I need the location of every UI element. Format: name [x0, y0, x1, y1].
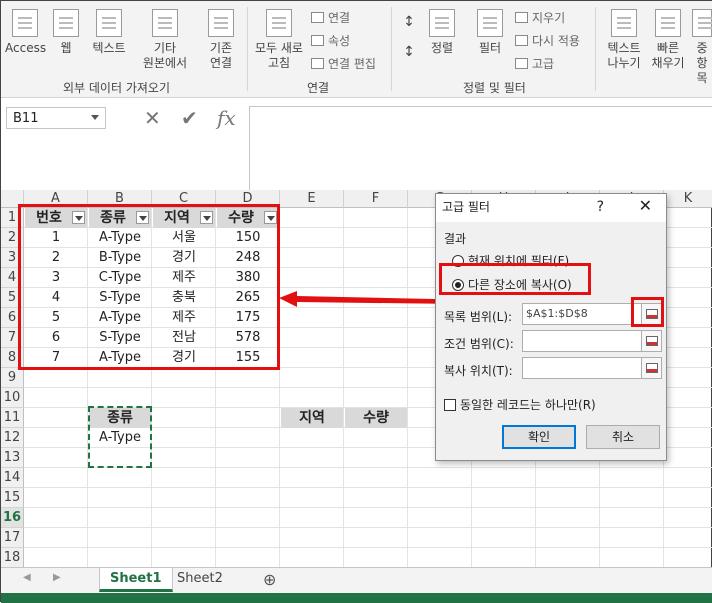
row-header[interactable]: 17	[1, 528, 24, 548]
formula-input[interactable]	[249, 106, 712, 193]
text-to-columns-button[interactable]: 텍스트 나누기	[603, 9, 645, 71]
tab-sheet2[interactable]: Sheet2	[167, 568, 233, 592]
range-picker-icon[interactable]	[641, 358, 661, 378]
sheet-tab-bar: ◀ ▶ Sheet1 Sheet2 ⊕	[1, 567, 712, 593]
cancel-button[interactable]: 취소	[586, 425, 660, 449]
row-header[interactable]: 12	[1, 428, 24, 448]
clear-filter-button[interactable]: 지우기	[515, 9, 565, 26]
flash-fill-icon	[655, 9, 681, 37]
gridline	[407, 208, 408, 568]
enter-icon[interactable]: ✔	[181, 106, 198, 130]
remove-duplicates-button[interactable]: 중 항목	[691, 9, 712, 86]
edit-links-button[interactable]: 연결 편집	[311, 55, 376, 72]
group-label-connections: 연결	[307, 81, 330, 95]
connections-icon	[311, 12, 324, 23]
filter-button[interactable]: 필터	[473, 9, 507, 56]
sort-za-button[interactable]: ↕	[399, 45, 419, 60]
connections-button[interactable]: 연결	[311, 9, 350, 26]
tab-sheet1[interactable]: Sheet1	[99, 568, 173, 592]
properties-button[interactable]: 속성	[311, 32, 350, 49]
row-header[interactable]: 15	[1, 488, 24, 508]
row-header[interactable]: 18	[1, 548, 24, 568]
scroll-right-icon[interactable]: ▶	[53, 572, 61, 583]
help-button[interactable]: ?	[597, 194, 604, 220]
row-header[interactable]: 14	[1, 468, 24, 488]
formula-area: B11 ✕ ✔ fx	[1, 98, 712, 193]
copy-to-input[interactable]	[522, 357, 662, 379]
row-header[interactable]: 11	[1, 408, 24, 428]
range-picker-icon[interactable]	[641, 331, 661, 351]
row-header[interactable]: 13	[1, 448, 24, 468]
access-button[interactable]: Access	[5, 9, 46, 56]
criteria-range-input[interactable]	[522, 330, 662, 352]
dialog-title: 고급 필터	[442, 200, 490, 214]
refresh-icon	[266, 9, 292, 37]
web-button[interactable]: 웹	[51, 9, 81, 56]
gridline	[24, 547, 712, 548]
sort-az-button[interactable]: ↕	[399, 15, 419, 30]
ribbon-divider	[247, 7, 248, 91]
ribbon: Access 웹 텍스트 기타 원본에서 기존 연결 모두 새로 고침 연결 속성 연…	[1, 1, 712, 98]
highlight-range-picker	[631, 297, 664, 327]
output-header-cell[interactable]: 지역	[281, 408, 343, 428]
edit-links-icon	[311, 58, 324, 69]
other-sources-button[interactable]: 기타 원본에서	[139, 9, 191, 71]
ok-button[interactable]: 확인	[502, 425, 576, 449]
reapply-button[interactable]: 다시 적용	[515, 32, 580, 49]
ribbon-divider	[391, 7, 392, 91]
remove-duplicates-icon	[692, 9, 712, 37]
advanced-filter-dialog: 고급 필터 ? ✕ 결과 현재 위치에 필터(F) 다른 장소에 복사(O) 목…	[435, 193, 667, 461]
row-header[interactable]: 10	[1, 388, 24, 408]
name-box[interactable]: B11	[6, 107, 106, 129]
reapply-icon	[515, 35, 528, 46]
text-file-icon	[96, 9, 122, 37]
list-range-label: 목록 범위(L):	[444, 310, 513, 324]
advanced-filter-icon	[515, 58, 528, 69]
fx-icon[interactable]: fx	[217, 106, 236, 130]
gridline	[343, 208, 344, 568]
access-icon	[12, 9, 38, 37]
chevron-down-icon[interactable]	[91, 115, 99, 120]
close-button[interactable]: ✕	[639, 193, 652, 219]
flash-fill-button[interactable]: 빠른 채우기	[647, 9, 689, 71]
group-label-sort-filter: 정렬 및 필터	[463, 81, 526, 95]
row-header[interactable]: 9	[1, 368, 24, 388]
existing-connections-button[interactable]: 기존 연결	[201, 9, 241, 71]
clear-filter-icon	[515, 12, 528, 23]
web-icon	[53, 9, 79, 37]
output-header-cell[interactable]: 수량	[345, 408, 407, 428]
funnel-icon	[477, 9, 503, 37]
marching-ants-selection	[88, 406, 152, 468]
column-header[interactable]: F	[344, 190, 408, 208]
checkbox-icon[interactable]	[444, 399, 456, 411]
existing-connections-icon	[208, 9, 234, 37]
column-header[interactable]: K	[664, 190, 712, 208]
gridline	[24, 507, 712, 508]
gridline	[24, 487, 712, 488]
dialog-titlebar: 고급 필터 ? ✕	[436, 194, 666, 222]
sort-icon	[429, 9, 455, 37]
advanced-filter-button[interactable]: 고급	[515, 55, 554, 72]
properties-icon	[311, 35, 324, 46]
text-button[interactable]: 텍스트	[87, 9, 131, 56]
other-sources-icon	[152, 9, 178, 37]
group-label-external-data: 외부 데이터 가져오기	[63, 81, 170, 95]
refresh-all-button[interactable]: 모두 새로 고침	[251, 9, 307, 71]
column-header[interactable]: E	[280, 190, 344, 208]
criteria-range-label: 조건 범위(C):	[444, 337, 514, 351]
sort-button[interactable]: 정렬	[425, 9, 459, 56]
text-to-columns-icon	[611, 9, 637, 37]
unique-records-checkbox[interactable]: 동일한 레코드는 하나만(R)	[444, 396, 596, 413]
row-header[interactable]: 16	[1, 508, 24, 528]
highlight-list-range	[18, 204, 280, 370]
highlight-copy-option	[439, 263, 591, 295]
gridline	[24, 527, 712, 528]
scroll-left-icon[interactable]: ◀	[23, 572, 31, 583]
add-sheet-icon[interactable]: ⊕	[263, 570, 276, 589]
cancel-icon[interactable]: ✕	[144, 106, 161, 130]
copy-to-label: 복사 위치(T):	[444, 364, 513, 378]
ribbon-divider	[595, 7, 596, 91]
result-section-label: 결과	[444, 232, 467, 246]
